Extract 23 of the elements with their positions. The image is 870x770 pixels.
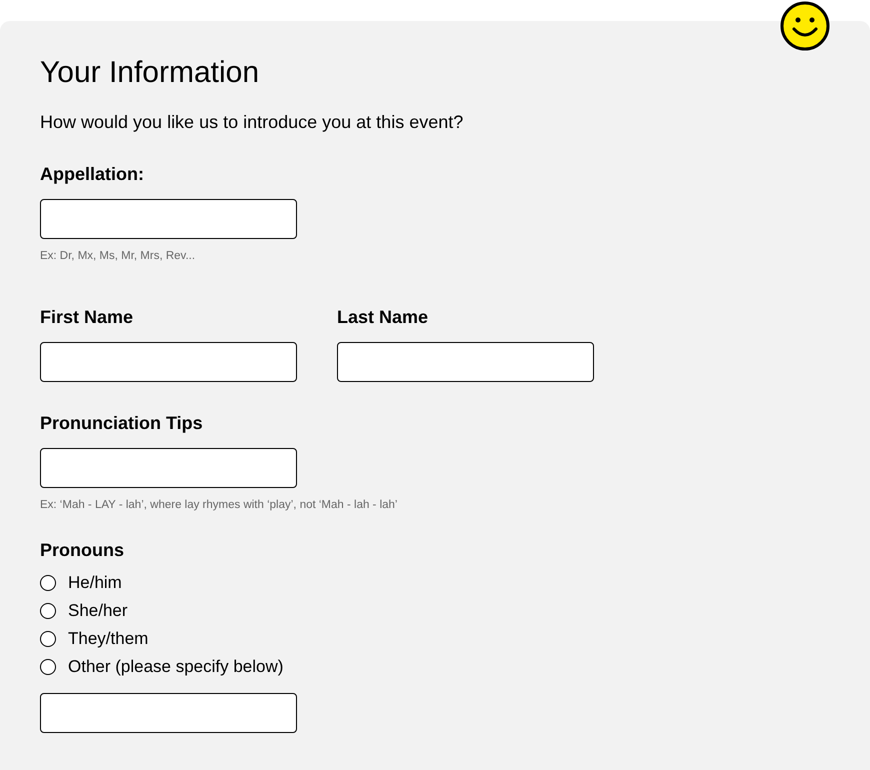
hint-text: Ex: Dr, Mx, Ms, Mr, Mrs, Rev... xyxy=(40,249,196,264)
form-title: Your Information xyxy=(40,55,260,91)
radio-button[interactable] xyxy=(40,603,56,619)
radio-label[interactable]: He/him xyxy=(68,573,122,593)
intro-text: How would you like us to introduce you at this event? xyxy=(40,111,464,133)
other-pronoun-field[interactable] xyxy=(40,693,297,733)
appellation-field[interactable] xyxy=(40,199,297,239)
field-label: Last Name xyxy=(337,306,430,328)
radio-button[interactable] xyxy=(40,631,56,647)
radio-label[interactable]: She/her xyxy=(68,601,128,621)
radio-button[interactable] xyxy=(40,659,56,675)
smiley-icon xyxy=(780,1,830,51)
field-label: Pronunciation Tips xyxy=(40,412,204,434)
name-field[interactable] xyxy=(337,342,594,382)
radio-label[interactable]: They/them xyxy=(68,629,148,649)
name-field[interactable] xyxy=(40,342,297,382)
radio-button[interactable] xyxy=(40,575,56,591)
hint-text: Ex: ‘Mah - LAY - lah’, where lay rhymes with ‘play’, not ‘Mah - lah - lah’ xyxy=(40,498,398,513)
field-label: Pronouns xyxy=(40,539,125,561)
field-label: Appellation: xyxy=(40,163,145,185)
pronunciation-field[interactable] xyxy=(40,448,297,488)
field-label: First Name xyxy=(40,306,134,328)
radio-label[interactable]: Other (please specify below) xyxy=(68,657,284,677)
